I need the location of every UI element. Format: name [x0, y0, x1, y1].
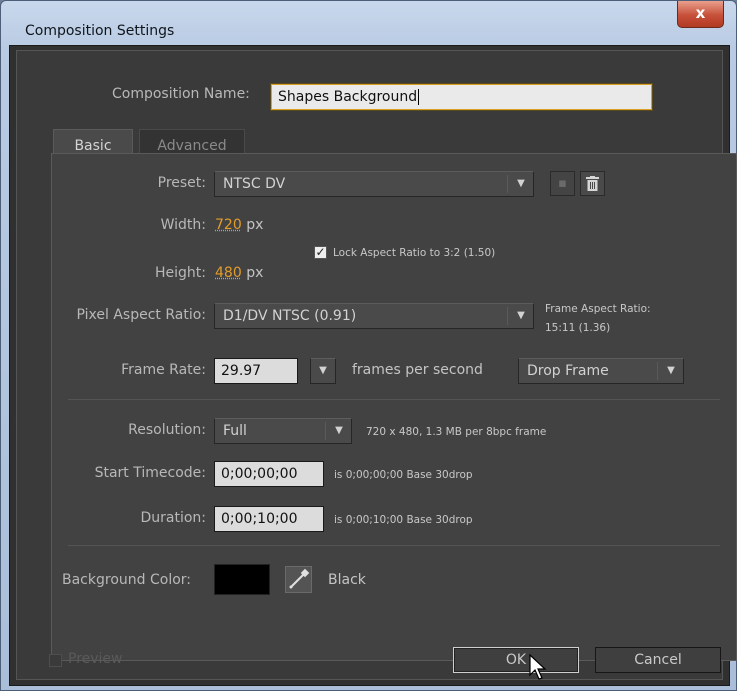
chevron-down-icon: ▼ — [517, 178, 525, 189]
basic-tab-panel: Preset: NTSC DV ▼ ▪ Width: 720 px ✓ Lock… — [51, 153, 737, 661]
lock-aspect-checkbox[interactable]: ✓ — [314, 246, 327, 259]
composition-name-label: Composition Name: — [112, 86, 250, 102]
preset-value: NTSC DV — [223, 176, 286, 192]
duration-label: Duration: — [140, 510, 206, 526]
resolution-info: 720 x 480, 1.3 MB per 8bpc frame — [366, 426, 547, 438]
start-timecode-label: Start Timecode: — [94, 465, 206, 481]
trash-icon[interactable] — [580, 171, 605, 196]
background-color-name: Black — [328, 572, 366, 588]
frame-aspect-label: Frame Aspect Ratio: — [545, 303, 651, 315]
resolution-dropdown[interactable]: Full ▼ — [214, 418, 352, 444]
dialog-body: Composition Name: Shapes Background Basi… — [16, 50, 737, 680]
frame-rate-label: Frame Rate: — [121, 362, 206, 378]
preset-label: Preset: — [157, 175, 206, 191]
width-field[interactable]: 720 px — [215, 217, 263, 233]
composition-settings-window: Composition Settings x Composition Name:… — [0, 0, 737, 691]
chevron-down-icon: ▼ — [319, 365, 327, 376]
ok-button[interactable]: OK — [453, 647, 579, 673]
background-color-label: Background Color: — [62, 572, 191, 588]
frame-rate-dropdown[interactable]: ▼ — [310, 358, 336, 384]
divider — [68, 399, 720, 400]
chevron-down-icon: ▼ — [667, 365, 675, 376]
pixel-aspect-dropdown[interactable]: D1/DV NTSC (0.91) ▼ — [214, 303, 534, 329]
background-color-swatch[interactable] — [214, 564, 270, 595]
save-preset-icon[interactable]: ▪ — [550, 171, 575, 196]
preset-dropdown[interactable]: NTSC DV ▼ — [214, 171, 534, 197]
lock-aspect-label: Lock Aspect Ratio to 3:2 (1.50) — [333, 247, 496, 259]
composition-name-value: Shapes Background — [278, 89, 420, 105]
resolution-label: Resolution: — [128, 422, 206, 438]
cancel-button[interactable]: Cancel — [595, 647, 721, 673]
pixel-aspect-label: Pixel Aspect Ratio: — [76, 307, 207, 323]
height-field[interactable]: 480 px — [215, 265, 263, 281]
window-title: Composition Settings — [25, 23, 175, 39]
start-timecode-info: is 0;00;00;00 Base 30drop — [334, 469, 473, 481]
duration-value: 0;00;10;00 — [221, 511, 298, 527]
pixel-aspect-value: D1/DV NTSC (0.91) — [223, 308, 357, 324]
chevron-down-icon: ▼ — [335, 425, 343, 436]
eyedropper-icon[interactable] — [285, 566, 312, 593]
resolution-value: Full — [223, 423, 247, 439]
start-timecode-input[interactable]: 0;00;00;00 — [214, 461, 324, 487]
dialog-client-area: Composition Name: Shapes Background Basi… — [9, 45, 737, 686]
preview-label: Preview — [68, 651, 123, 667]
drop-frame-dropdown[interactable]: Drop Frame ▼ — [518, 358, 684, 384]
frame-rate-value: 29.97 — [221, 363, 262, 379]
height-label: Height: — [155, 265, 206, 281]
duration-info: is 0;00;10;00 Base 30drop — [334, 514, 473, 526]
composition-name-input[interactable]: Shapes Background — [271, 84, 652, 110]
drop-frame-value: Drop Frame — [527, 363, 609, 379]
width-value: 720 — [215, 217, 242, 233]
close-button[interactable]: x — [677, 1, 724, 28]
width-label: Width: — [160, 217, 206, 233]
divider — [68, 545, 720, 546]
chevron-down-icon: ▼ — [517, 310, 525, 321]
height-unit: px — [246, 265, 264, 281]
frame-aspect-value: 15:11 (1.36) — [545, 322, 611, 334]
preview-checkbox[interactable] — [49, 654, 62, 667]
mouse-cursor-icon — [529, 654, 547, 680]
frame-rate-unit: frames per second — [352, 362, 483, 378]
width-unit: px — [246, 217, 264, 233]
frame-rate-input[interactable]: 29.97 — [214, 358, 298, 384]
duration-input[interactable]: 0;00;10;00 — [214, 506, 324, 532]
height-value: 480 — [215, 265, 242, 281]
title-bar[interactable]: Composition Settings x — [1, 1, 736, 43]
start-timecode-value: 0;00;00;00 — [221, 466, 298, 482]
